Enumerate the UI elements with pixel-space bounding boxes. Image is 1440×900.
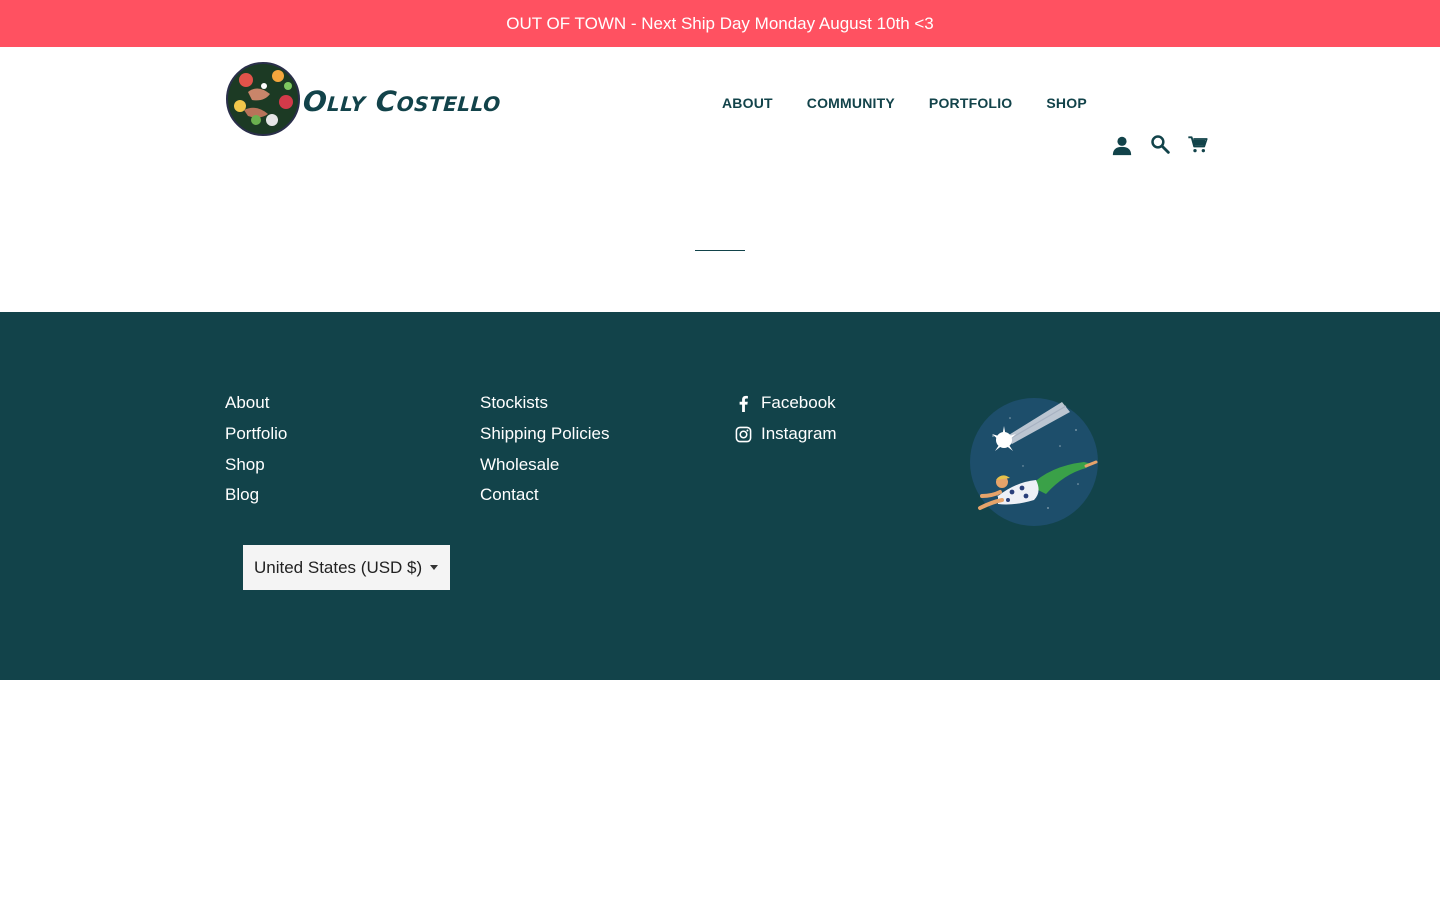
chevron-down-icon: [430, 565, 438, 570]
footer-link-shop[interactable]: Shop: [225, 449, 287, 480]
footer-links-primary: About Portfolio Shop Blog: [225, 388, 287, 511]
site-footer: About Portfolio Shop Blog Stockists Ship…: [0, 312, 1440, 680]
currency-selected-value: United States (USD $): [254, 557, 423, 577]
footer-link-stockists[interactable]: Stockists: [480, 388, 609, 419]
flying-person-illustration: [968, 396, 1102, 528]
facebook-icon: [735, 395, 752, 412]
announcement-text: OUT OF TOWN - Next Ship Day Monday Augus…: [506, 13, 934, 33]
site-header: Olly Costello About Community Portfolio …: [0, 47, 1440, 156]
footer-link-wholesale[interactable]: Wholesale: [480, 449, 609, 480]
announcement-bar[interactable]: OUT OF TOWN - Next Ship Day Monday Augus…: [0, 0, 1440, 47]
footer-link-instagram[interactable]: Instagram: [735, 419, 837, 450]
site-logo[interactable]: Olly Costello: [226, 62, 503, 136]
main-nav: About Community Portfolio Shop: [705, 88, 1104, 118]
nav-portfolio[interactable]: Portfolio: [912, 89, 1029, 117]
logo-badge-icon: [226, 62, 300, 136]
footer-link-blog[interactable]: Blog: [225, 480, 287, 511]
nav-community[interactable]: Community: [790, 89, 912, 117]
footer-link-shipping-policies[interactable]: Shipping Policies: [480, 419, 609, 450]
nav-shop[interactable]: Shop: [1029, 89, 1103, 117]
footer-links-secondary: Stockists Shipping Policies Wholesale Co…: [480, 388, 609, 511]
footer-link-about[interactable]: About: [225, 388, 287, 419]
main-content: [0, 150, 1440, 312]
instagram-icon: [735, 426, 752, 443]
nav-about[interactable]: About: [705, 89, 790, 117]
currency-selector[interactable]: United States (USD $): [243, 545, 450, 590]
instagram-label: Instagram: [761, 424, 837, 444]
logo-wordmark: Olly Costello: [301, 84, 503, 118]
footer-link-contact[interactable]: Contact: [480, 480, 609, 511]
footer-link-facebook[interactable]: Facebook: [735, 388, 837, 419]
footer-link-portfolio[interactable]: Portfolio: [225, 419, 287, 450]
footer-social-links: Facebook Instagram: [735, 388, 837, 449]
facebook-label: Facebook: [761, 393, 836, 413]
section-divider: [695, 250, 745, 251]
